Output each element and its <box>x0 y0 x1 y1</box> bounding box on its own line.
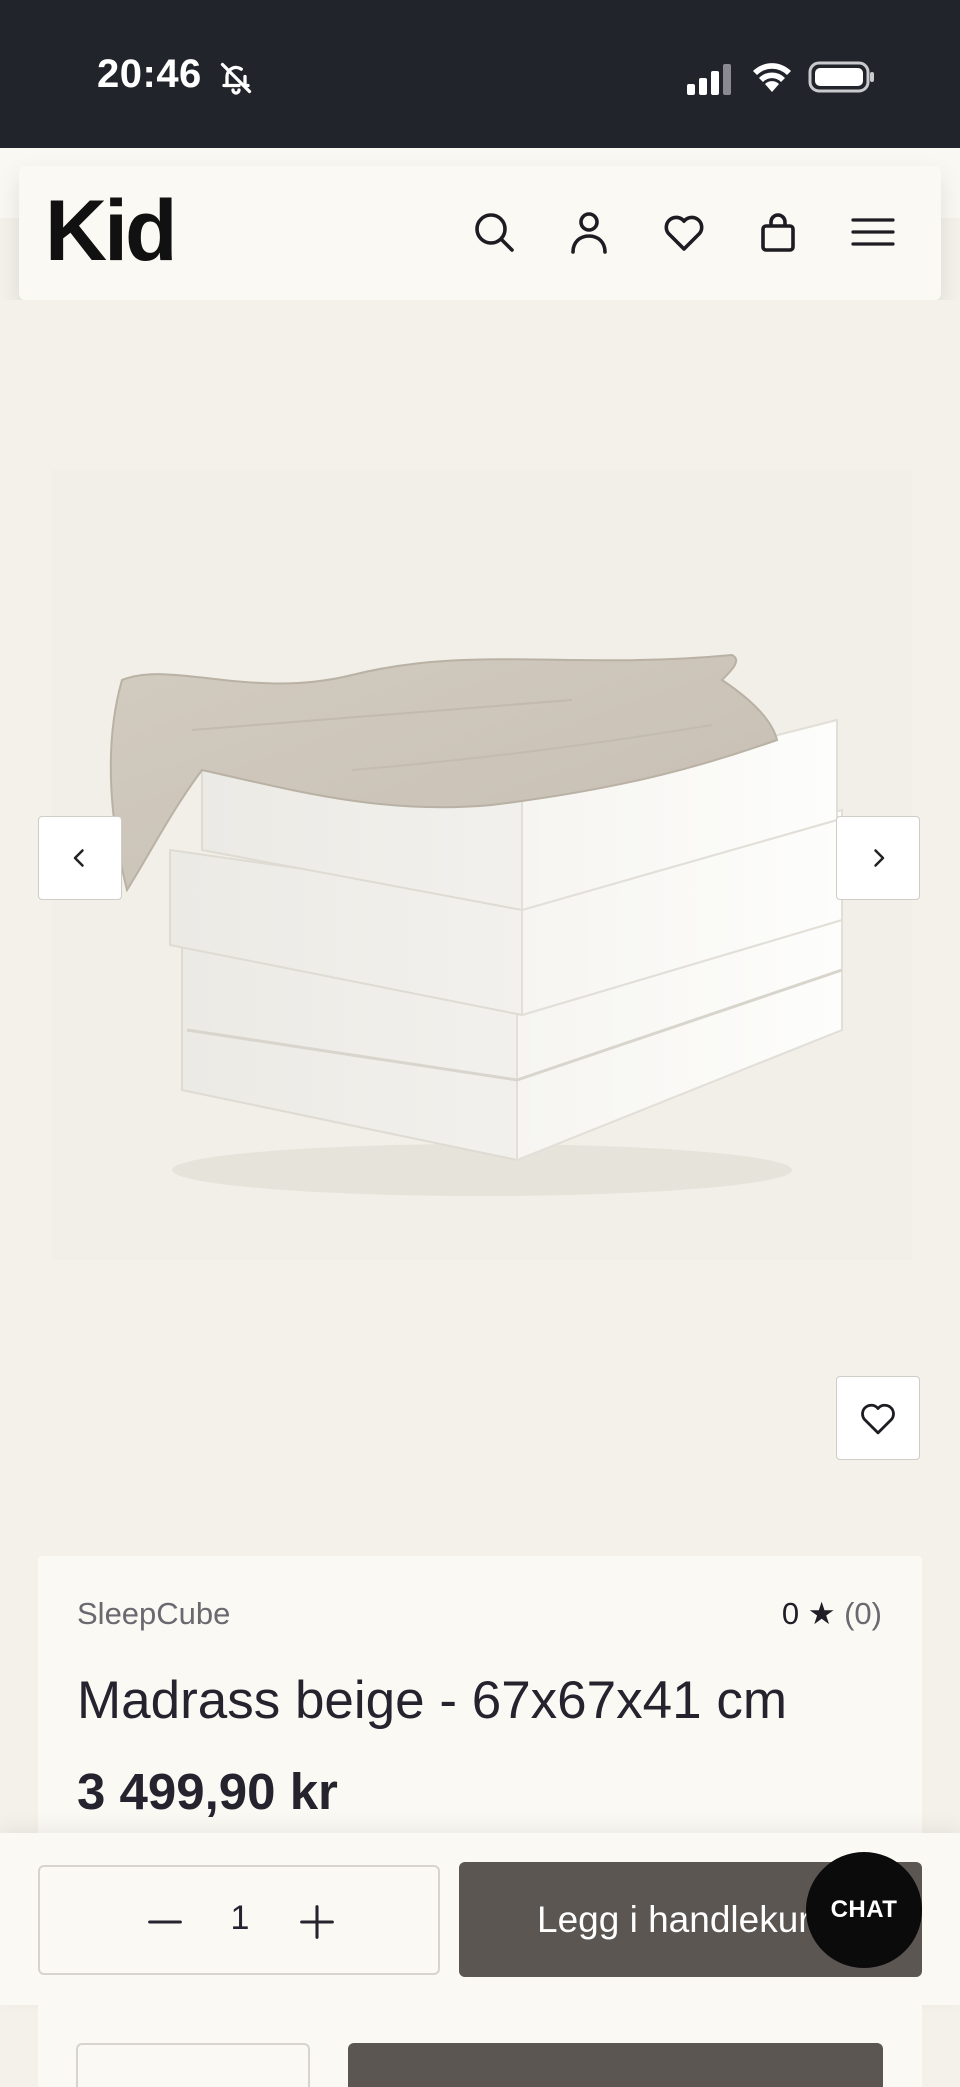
star-icon: ★ <box>807 1596 836 1631</box>
site-header: Kid <box>19 166 941 300</box>
lower-section <box>38 2005 922 2087</box>
status-time: 20:46 <box>97 52 202 96</box>
favorite-button[interactable] <box>836 1376 920 1460</box>
signal-icon <box>687 64 731 95</box>
minus-icon[interactable] <box>142 1899 188 1945</box>
chevron-left-icon <box>73 849 84 867</box>
rating-count: (0) <box>844 1596 882 1631</box>
cart-icon[interactable] <box>754 208 802 256</box>
product-gallery <box>0 300 960 1555</box>
secondary-quantity-box[interactable] <box>76 2043 310 2087</box>
gallery-next-button[interactable] <box>836 816 920 900</box>
battery-icon <box>808 61 874 93</box>
quantity-stepper: 1 <box>38 1865 440 1975</box>
chat-button[interactable]: CHAT <box>806 1852 922 1968</box>
bell-off-icon <box>220 62 252 95</box>
quantity-value[interactable]: 1 <box>210 1899 270 1938</box>
product-image[interactable] <box>52 470 912 1260</box>
gallery-prev-button[interactable] <box>38 816 122 900</box>
heart-icon <box>861 1403 895 1435</box>
plus-icon[interactable] <box>294 1899 340 1945</box>
search-icon[interactable] <box>470 208 518 256</box>
account-icon[interactable] <box>565 208 613 256</box>
product-title: Madrass beige - 67x67x41 cm <box>77 1671 787 1730</box>
logo[interactable]: Kid <box>45 188 178 274</box>
product-brand[interactable]: SleepCube <box>77 1596 230 1632</box>
wifi-icon <box>753 63 791 92</box>
secondary-action-button[interactable] <box>348 2043 883 2087</box>
menu-icon[interactable] <box>849 208 897 256</box>
chevron-right-icon <box>874 849 885 867</box>
product-rating[interactable]: 0 ★ (0) <box>782 1596 882 1632</box>
status-bar: 20:46 <box>0 0 960 148</box>
rating-value: 0 <box>781 1596 800 1631</box>
product-price: 3 499,90 kr <box>77 1763 338 1820</box>
wishlist-icon[interactable] <box>660 208 708 256</box>
